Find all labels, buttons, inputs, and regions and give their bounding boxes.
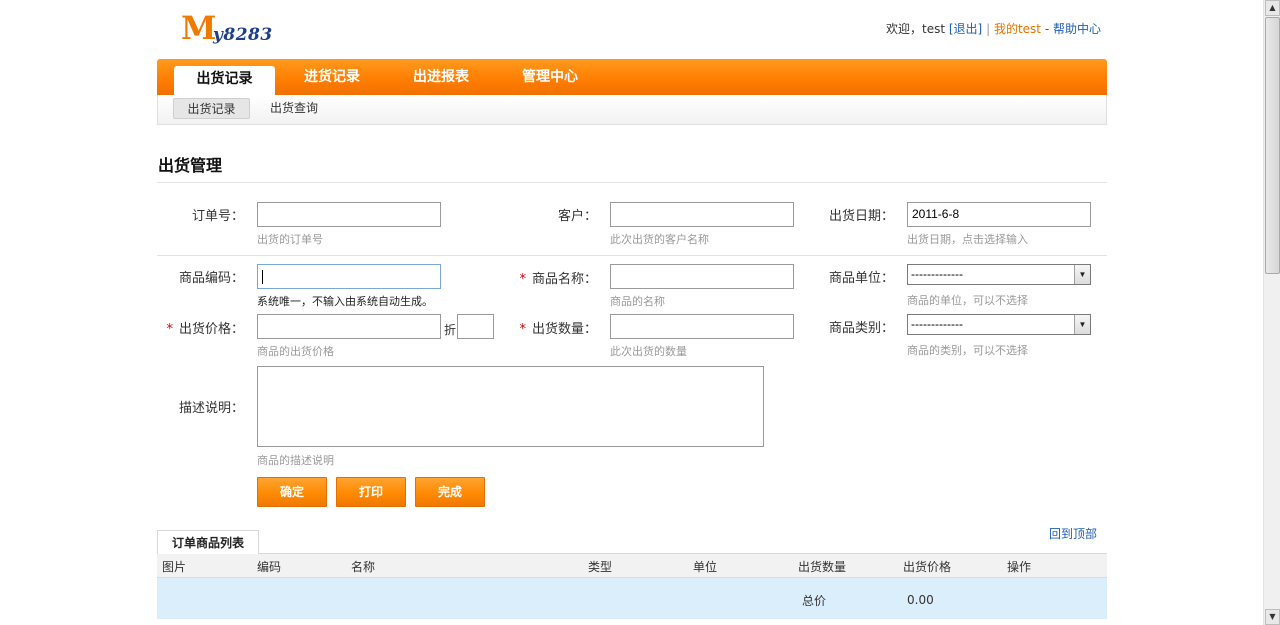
product-name-hint: 商品的名称 [610, 295, 665, 308]
chevron-down-icon[interactable]: ▼ [1074, 265, 1090, 284]
required-mark: * [519, 272, 526, 287]
column-header: 出货数量 [798, 560, 847, 574]
discount-label: 折 [444, 323, 457, 337]
ship-date-input[interactable]: 2011-6-8 [907, 202, 1091, 227]
user-bar: 欢迎，test [退出] | 我的test - 帮助中心 [886, 20, 1101, 37]
column-header: 类型 [588, 560, 613, 574]
title-divider [157, 182, 1107, 183]
ship-date-label: 出货日期： [828, 209, 894, 224]
product-category-label: 商品类别： [828, 321, 894, 336]
logo: M y8283 [181, 11, 281, 45]
customer-input[interactable] [610, 202, 794, 227]
tab-reports[interactable]: 出进报表 [396, 59, 486, 95]
dash-separator: - [1044, 22, 1050, 36]
product-unit-select[interactable]: ------------- ▼ [907, 264, 1091, 285]
help-center-link[interactable]: 帮助中心 [1053, 22, 1101, 36]
page-title: 出货管理 [158, 156, 223, 175]
product-code-hint: 系统唯一，不输入由系统自动生成。 [257, 295, 433, 308]
logo-letter: M [181, 9, 217, 47]
ship-price-label: 出货价格： [178, 322, 244, 337]
column-header: 出货价格 [903, 560, 952, 574]
separator: | [986, 22, 991, 36]
ship-price-label-wrap: * 出货价格： [166, 318, 244, 337]
form-divider [157, 255, 1107, 256]
description-hint: 商品的描述说明 [257, 454, 334, 467]
total-label: 总价 [802, 594, 827, 608]
ship-qty-label: 出货数量： [531, 322, 597, 337]
order-no-label: 订单号： [191, 209, 244, 224]
column-header: 名称 [351, 560, 376, 574]
chevron-down-icon[interactable]: ▼ [1074, 315, 1090, 334]
logout-link[interactable]: [退出] [949, 22, 982, 36]
scroll-up-icon[interactable]: ▲ [1265, 0, 1280, 16]
order-no-input[interactable] [257, 202, 441, 227]
order-no-hint: 出货的订单号 [257, 233, 323, 246]
product-category-select[interactable]: ------------- ▼ [907, 314, 1091, 335]
product-name-label-wrap: * 商品名称： [519, 268, 597, 287]
welcome-text: 欢迎，test [885, 22, 946, 36]
description-textarea[interactable] [257, 366, 764, 447]
scroll-thumb[interactable] [1265, 17, 1280, 274]
vertical-scrollbar[interactable]: ▲ ▼ [1263, 0, 1280, 625]
product-name-label: 商品名称： [531, 272, 597, 287]
column-header: 图片 [162, 560, 187, 574]
product-name-input[interactable] [610, 264, 794, 289]
tab-order-items[interactable]: 订单商品列表 [157, 530, 259, 554]
subnav-shipment-query[interactable]: 出货查询 [258, 98, 330, 119]
column-header: 操作 [1007, 560, 1032, 574]
product-unit-label: 商品单位： [828, 271, 894, 286]
main-nav: 出货记录 进货记录 出进报表 管理中心 [157, 59, 1107, 95]
customer-label: 客户： [557, 209, 597, 224]
required-mark: * [519, 322, 526, 337]
tab-shipment-records[interactable]: 出货记录 [174, 66, 275, 95]
sub-nav: 出货记录 出货查询 [157, 95, 1107, 125]
required-mark: * [166, 322, 173, 337]
column-header: 单位 [693, 560, 718, 574]
column-header: 编码 [257, 560, 282, 574]
finish-button[interactable]: 完成 [415, 477, 485, 507]
logo-text: y8283 [213, 25, 273, 45]
description-label: 描述说明： [178, 401, 244, 416]
back-to-top-link[interactable]: 回到顶部 [1049, 525, 1097, 542]
tab-management[interactable]: 管理中心 [505, 59, 595, 95]
product-category-selected: ------------- [911, 317, 963, 331]
print-button[interactable]: 打印 [336, 477, 406, 507]
my-account-link[interactable]: 我的test [994, 22, 1041, 36]
product-unit-selected: ------------- [911, 267, 963, 281]
discount-input[interactable] [457, 314, 494, 339]
customer-hint: 此次出货的客户名称 [610, 233, 709, 246]
ship-qty-hint: 此次出货的数量 [610, 345, 687, 358]
product-category-hint: 商品的类别，可以不选择 [907, 344, 1028, 357]
total-value: 0.00 [907, 593, 934, 607]
subnav-shipment-records[interactable]: 出货记录 [173, 98, 250, 119]
table-total-row: 总价 0.00 [157, 578, 1107, 619]
product-code-input[interactable] [257, 264, 441, 289]
text-cursor [262, 269, 263, 284]
table-header: 图片 编码 名称 类型 单位 出货数量 出货价格 操作 [157, 553, 1107, 578]
ship-qty-input[interactable] [610, 314, 794, 339]
ship-price-input[interactable] [257, 314, 441, 339]
product-code-label: 商品编码： [178, 271, 244, 286]
tab-purchase-records[interactable]: 进货记录 [287, 59, 377, 95]
scroll-down-icon[interactable]: ▼ [1265, 609, 1280, 625]
product-unit-hint: 商品的单位，可以不选择 [907, 294, 1028, 307]
ship-qty-label-wrap: * 出货数量： [519, 318, 597, 337]
ship-date-hint: 出货日期，点击选择输入 [907, 233, 1028, 246]
confirm-button[interactable]: 确定 [257, 477, 327, 507]
ship-price-hint: 商品的出货价格 [257, 345, 334, 358]
